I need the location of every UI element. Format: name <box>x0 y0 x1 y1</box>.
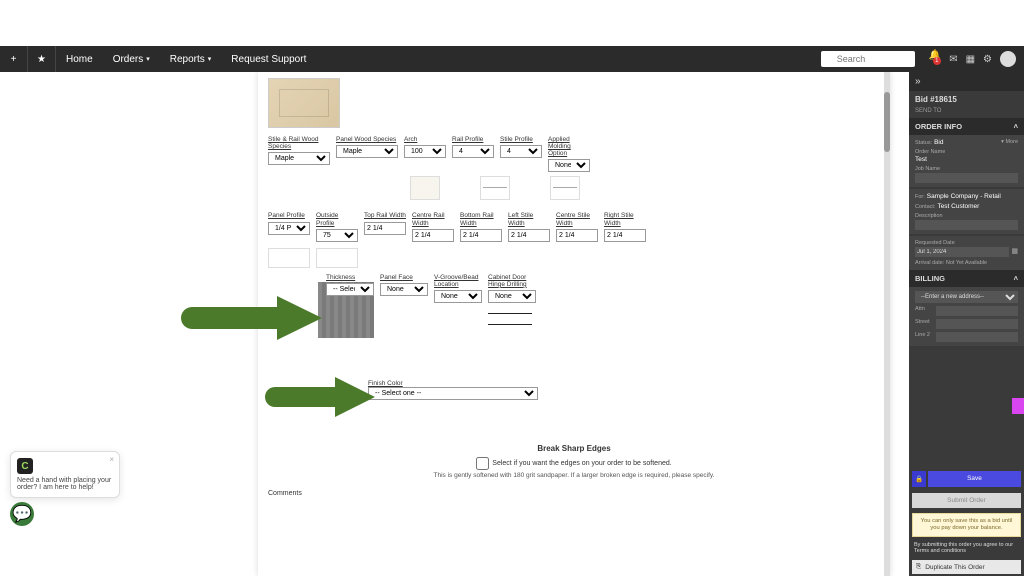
lbl-panel-face: Panel Face <box>380 274 428 281</box>
terms-text: By submitting this order you agree to ou… <box>909 539 1024 558</box>
lbl-centre-rail: Centre Rail Width <box>412 212 454 226</box>
submit-button[interactable]: Submit Order <box>912 493 1021 508</box>
nav-reports[interactable]: Reports▾ <box>160 54 222 65</box>
chat-popup: × C Need a hand with placing your order?… <box>10 451 120 498</box>
bse-checkbox-row[interactable]: Select if you want the edges on your ord… <box>268 457 880 470</box>
search-input[interactable] <box>821 51 915 67</box>
send-to: SEND TO <box>909 108 1024 118</box>
sel-molding[interactable]: None <box>548 159 590 172</box>
lbl-molding: Applied Molding Option <box>548 136 590 157</box>
options-row-3: Thickness -- Select one -- Panel Face None… <box>326 274 880 303</box>
order-sidebar: » Bid #18615 SEND TO ORDER INFO˄ Status:… <box>909 72 1024 576</box>
lbl-panel-profile: Panel Profile <box>268 212 310 219</box>
arrival-date: Arrival date: Not Yet Available <box>915 260 1018 266</box>
bid-number: Bid #18615 <box>909 91 1024 108</box>
save-button[interactable]: Save <box>928 471 1021 487</box>
lbl-stile-profile: Stile Profile <box>500 136 542 143</box>
line2-input[interactable] <box>936 332 1018 342</box>
lbl-arch: Arch <box>404 136 446 143</box>
sel-vgroove[interactable]: None <box>434 290 482 303</box>
collapse-icon[interactable]: » <box>909 72 1024 91</box>
balance-note: You can only save this as a bid until yo… <box>912 513 1021 537</box>
nav-orders[interactable]: Orders▾ <box>103 54 160 65</box>
lbl-hinge: Cabinet Door Hinge Drilling <box>488 274 536 288</box>
inp-left-stile[interactable] <box>508 229 550 242</box>
lbl-vgroove: V-Groove/Bead Location <box>434 274 482 288</box>
lbl-outside-profile: Outside Profile <box>316 212 358 226</box>
chat-message: Need a hand with placing your order? I a… <box>17 477 113 491</box>
inp-right-stile[interactable] <box>604 229 646 242</box>
job-name-input[interactable] <box>915 173 1018 183</box>
sel-panel-profile[interactable]: 1/4 P <box>268 222 310 235</box>
mail-icon[interactable]: ✉ <box>949 54 957 65</box>
help-flag[interactable] <box>1012 398 1024 414</box>
chat-logo: C <box>17 458 33 474</box>
scrollbar[interactable] <box>884 72 890 576</box>
sel-arch[interactable]: 100 <box>404 145 446 158</box>
lbl-panel-species: Panel Wood Species <box>336 136 398 143</box>
calendar-icon[interactable]: ▦ <box>1011 247 1018 257</box>
sel-stile-profile[interactable]: 4 <box>500 145 542 158</box>
lbl-rail-profile: Rail Profile <box>452 136 494 143</box>
inp-centre-stile[interactable] <box>556 229 598 242</box>
lbl-right-stile: Right Stile Width <box>604 212 646 226</box>
nav-support[interactable]: Request Support <box>221 54 316 65</box>
lbl-bottom-rail: Bottom Rail Width <box>460 212 502 226</box>
lbl-left-stile: Left Stile Width <box>508 212 550 226</box>
bell-icon[interactable]: 🔔1 <box>929 50 941 69</box>
sel-outside-profile[interactable]: 75 <box>316 229 358 242</box>
desc-input[interactable] <box>915 220 1018 230</box>
lbl-top-rail: Top Rail Width <box>364 212 406 219</box>
sel-finish[interactable]: -- Select one -- <box>368 387 538 400</box>
plus-icon[interactable]: + <box>0 46 28 72</box>
thumb-panel-profile <box>268 248 310 268</box>
sel-rail-profile[interactable]: 4 <box>452 145 494 158</box>
inp-bottom-rail[interactable] <box>460 229 502 242</box>
attn-input[interactable] <box>936 306 1018 316</box>
chat-button[interactable]: 💬 <box>10 502 34 526</box>
gear-icon[interactable]: ⚙ <box>983 54 992 65</box>
thumb-arch <box>410 176 440 200</box>
thumb-outside-profile <box>316 248 358 268</box>
billing-header[interactable]: BILLING˄ <box>909 270 1024 287</box>
options-row-2: Panel Profile 1/4 P Outside Profile 75 Top… <box>268 212 880 241</box>
comments-label: Comments <box>268 490 880 497</box>
lbl-centre-stile: Centre Stile Width <box>556 212 598 226</box>
duplicate-button[interactable]: ⎘Duplicate This Order <box>912 560 1021 574</box>
sel-panel-species[interactable]: Maple <box>336 145 398 158</box>
lbl-finish: Finish Color <box>368 380 880 387</box>
sel-thickness[interactable]: -- Select one -- <box>326 283 374 296</box>
more-link[interactable]: ▾ More <box>1001 139 1018 146</box>
bse-note: This is gently softened with 180 grit sa… <box>268 472 880 480</box>
avatar[interactable] <box>1000 51 1016 67</box>
options-row-1: Stile & Rail Wood Species Maple Panel Woo… <box>268 136 880 172</box>
sel-stile-species[interactable]: Maple <box>268 152 330 165</box>
lbl-stile-species: Stile & Rail Wood Species <box>268 136 330 150</box>
sel-hinge[interactable]: None <box>488 290 536 303</box>
reqdate-input[interactable] <box>915 247 1009 257</box>
street-input[interactable] <box>936 319 1018 329</box>
thumb-rail <box>480 176 510 200</box>
close-icon[interactable]: × <box>109 455 114 464</box>
inp-top-rail[interactable] <box>364 222 406 235</box>
notif-badge: 1 <box>933 57 941 65</box>
door-preview <box>268 78 340 128</box>
star-icon[interactable]: ★ <box>28 46 56 72</box>
calendar-icon[interactable]: ▦ <box>966 54 975 65</box>
bse-title: Break Sharp Edges <box>268 444 880 453</box>
order-name: Test <box>915 156 1018 163</box>
lbl-thickness: Thickness <box>326 274 374 281</box>
nav-home[interactable]: Home <box>56 54 103 65</box>
inp-centre-rail[interactable] <box>412 229 454 242</box>
copy-icon: ⎘ <box>916 563 921 571</box>
thumb-stile <box>550 176 580 200</box>
lock-icon[interactable]: 🔒 <box>912 471 926 487</box>
orderinfo-header[interactable]: ORDER INFO˄ <box>909 118 1024 135</box>
sel-panel-face[interactable]: None <box>380 283 428 296</box>
billing-addr-select[interactable]: --Enter a new address-- <box>915 291 1018 303</box>
bse-checkbox[interactable] <box>476 457 489 470</box>
